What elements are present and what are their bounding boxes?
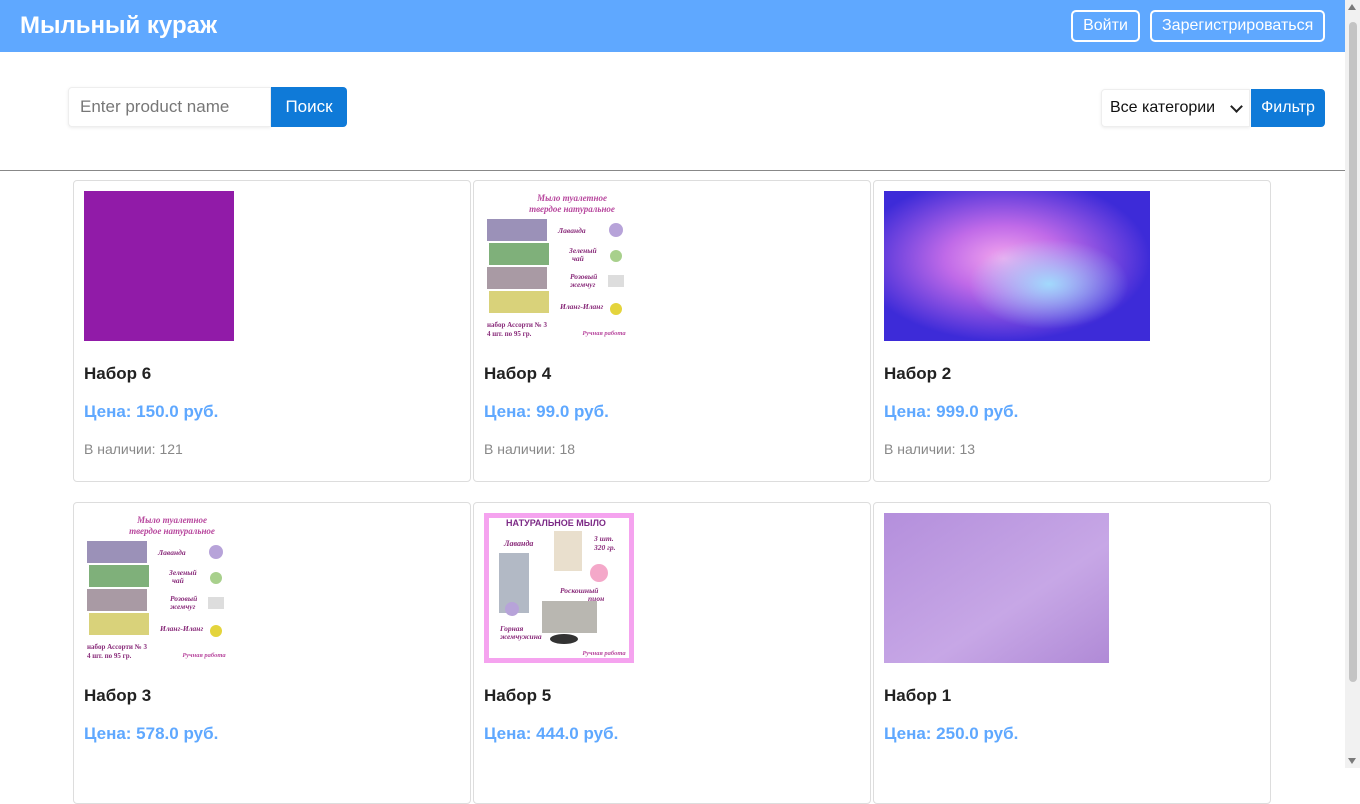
svg-text:жемчуг: жемчуг <box>570 280 596 289</box>
product-image <box>884 513 1109 663</box>
product-price: Цена: 250.0 руб. <box>884 724 1019 743</box>
svg-text:320 гр.: 320 гр. <box>593 543 616 552</box>
svg-text:набор Ассорти № 3: набор Ассорти № 3 <box>487 321 547 329</box>
svg-text:Иланг-Иланг: Иланг-Иланг <box>159 624 203 633</box>
svg-text:Мыло туалетное: Мыло туалетное <box>536 193 607 203</box>
search-button[interactable]: Поиск <box>271 87 347 127</box>
svg-text:жемчуг: жемчуг <box>170 602 196 611</box>
svg-text:Ручная работа: Ручная работа <box>582 650 626 657</box>
product-price: Цена: 578.0 руб. <box>84 724 219 743</box>
scroll-down-icon[interactable] <box>1348 758 1356 764</box>
svg-text:Лаванда: Лаванда <box>503 539 533 548</box>
svg-text:4 шт. по 95 гр.: 4 шт. по 95 гр. <box>87 652 132 660</box>
svg-text:чай: чай <box>572 254 584 263</box>
product-image <box>84 191 234 341</box>
svg-text:жемчужина: жемчужина <box>500 632 542 641</box>
top-navbar: Мыльный кураж Войти Зарегистрироваться <box>0 0 1345 52</box>
product-price: Цена: 150.0 руб. <box>84 402 219 421</box>
product-price: Цена: 444.0 руб. <box>484 724 619 743</box>
brand-title[interactable]: Мыльный кураж <box>20 12 217 40</box>
product-name: Набор 6 <box>84 364 152 383</box>
product-name: Набор 2 <box>884 364 952 383</box>
svg-text:Мыло туалетное: Мыло туалетное <box>136 515 207 525</box>
product-price: Цена: 999.0 руб. <box>884 402 1019 421</box>
product-image <box>884 191 1150 341</box>
svg-text:4 шт. по 95 гр.: 4 шт. по 95 гр. <box>487 330 532 338</box>
product-card[interactable]: Мыло туалетное твердое натуральное Лаван… <box>73 502 471 804</box>
product-name: Набор 1 <box>884 686 952 705</box>
category-select[interactable]: Все категории <box>1101 89 1250 127</box>
svg-text:твердое натуральное: твердое натуральное <box>529 204 615 214</box>
product-card[interactable]: НАТУРАЛЬНОЕ МЫЛО Лаванда 3 шт. 320 гр. Р… <box>473 502 871 804</box>
svg-text:чай: чай <box>172 576 184 585</box>
product-image: НАТУРАЛЬНОЕ МЫЛО Лаванда 3 шт. 320 гр. Р… <box>484 513 634 663</box>
svg-text:Лаванда: Лаванда <box>557 226 586 235</box>
svg-text:НАТУРАЛЬНОЕ МЫЛО: НАТУРАЛЬНОЕ МЫЛО <box>506 518 606 528</box>
product-card[interactable]: Мыло туалетное твердое натуральное Лаван… <box>473 180 871 482</box>
svg-text:твердое натуральное: твердое натуральное <box>129 526 215 536</box>
svg-text:Ручная работа: Ручная работа <box>182 652 226 659</box>
category-select-value: Все категории <box>1110 99 1216 116</box>
product-card[interactable]: Набор 2 Цена: 999.0 руб. В наличии: 13 <box>873 180 1271 482</box>
product-card[interactable]: Набор 6 Цена: 150.0 руб. В наличии: 121 <box>73 180 471 482</box>
product-stock: В наличии: 13 <box>884 441 976 457</box>
svg-text:Ручная работа: Ручная работа <box>582 330 626 337</box>
product-name: Набор 4 <box>484 364 552 383</box>
page-scrollbar[interactable] <box>1345 0 1360 768</box>
scroll-thumb[interactable] <box>1349 22 1357 682</box>
svg-text:набор Ассорти № 3: набор Ассорти № 3 <box>87 643 147 651</box>
product-stock: В наличии: 18 <box>484 441 576 457</box>
product-image: Мыло туалетное твердое натуральное Лаван… <box>84 513 234 663</box>
search-input[interactable] <box>68 87 271 127</box>
product-image: Мыло туалетное твердое натуральное Лаван… <box>484 191 634 341</box>
svg-text:Лаванда: Лаванда <box>157 548 186 557</box>
scroll-up-icon[interactable] <box>1348 4 1356 10</box>
svg-text:3 шт.: 3 шт. <box>593 534 614 543</box>
divider <box>0 170 1345 171</box>
product-stock: В наличии: 121 <box>84 441 183 457</box>
product-card[interactable]: Набор 1 Цена: 250.0 руб. <box>873 502 1271 804</box>
chevron-down-icon <box>1230 99 1243 113</box>
login-button[interactable]: Войти <box>1071 10 1140 42</box>
filter-button[interactable]: Фильтр <box>1251 89 1325 127</box>
product-name: Набор 5 <box>484 686 552 705</box>
product-name: Набор 3 <box>84 686 152 705</box>
register-button[interactable]: Зарегистрироваться <box>1150 10 1325 42</box>
svg-text:Иланг-Иланг: Иланг-Иланг <box>559 302 603 311</box>
product-price: Цена: 99.0 руб. <box>484 402 609 421</box>
